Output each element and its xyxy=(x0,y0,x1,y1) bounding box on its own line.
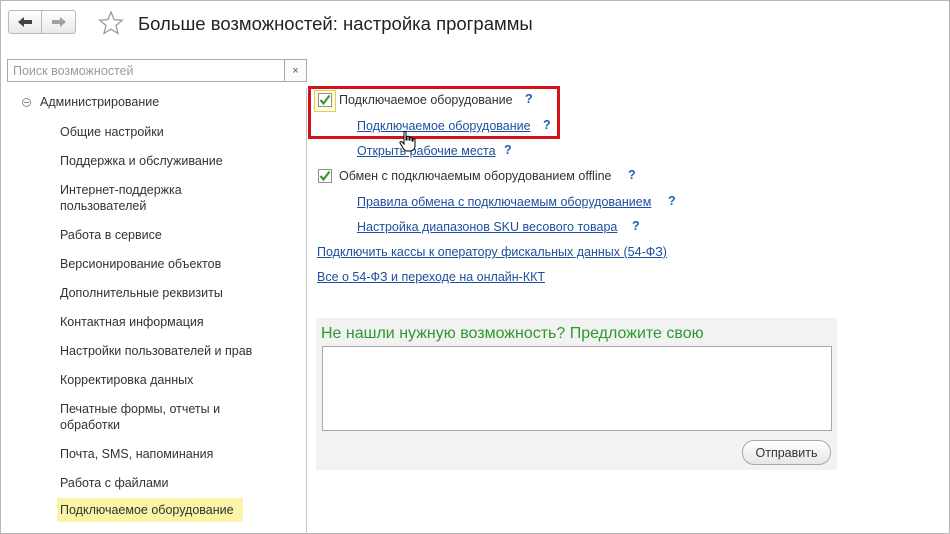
sidebar-item-user-settings[interactable]: Настройки пользователей и прав xyxy=(57,341,297,361)
exchange-rules-link[interactable]: Правила обмена с подключаемым оборудован… xyxy=(357,195,651,209)
back-button[interactable] xyxy=(8,10,42,34)
favorite-button[interactable] xyxy=(97,9,125,37)
sidebar-item-print-forms[interactable]: Печатные формы, отчеты и обработки xyxy=(57,399,232,435)
sidebar-item-versioning[interactable]: Версионирование объектов xyxy=(57,254,297,274)
sidebar: Администрирование Общие настройки Поддер… xyxy=(0,88,306,534)
sidebar-item-internet-support[interactable]: Интернет-поддержка пользователей xyxy=(57,180,217,216)
workplaces-link[interactable]: Открыть рабочие места xyxy=(357,144,496,158)
search-clear-button[interactable]: × xyxy=(285,59,307,82)
offline-exchange-label[interactable]: Обмен с подключаемым оборудованием offli… xyxy=(339,169,612,183)
about-54fz-link[interactable]: Все о 54-ФЗ и переходе на онлайн-ККТ xyxy=(317,270,545,284)
sidebar-group-administration[interactable]: Администрирование xyxy=(22,95,159,109)
help-icon[interactable]: ? xyxy=(628,168,636,182)
arrow-right-icon xyxy=(51,17,66,27)
sidebar-item-data-correction[interactable]: Корректировка данных xyxy=(57,370,297,390)
sidebar-item-general-settings[interactable]: Общие настройки xyxy=(57,122,297,142)
sidebar-item-additional-attributes[interactable]: Дополнительные реквизиты xyxy=(57,283,297,303)
offline-exchange-checkbox[interactable] xyxy=(318,169,332,183)
collapse-icon[interactable] xyxy=(22,97,31,107)
sidebar-item-contact-info[interactable]: Контактная информация xyxy=(57,312,297,332)
sidebar-group-label: Администрирование xyxy=(40,95,160,109)
search-field[interactable] xyxy=(7,59,285,82)
help-icon[interactable]: ? xyxy=(668,194,676,208)
sku-ranges-link[interactable]: Настройка диапазонов SKU весового товара xyxy=(357,220,617,234)
sidebar-item-service[interactable]: Работа в сервисе xyxy=(57,225,297,245)
sidebar-item-files[interactable]: Работа с файлами xyxy=(57,473,297,493)
suggest-panel: Не нашли нужную возможность? Предложите … xyxy=(316,318,837,470)
page-title: Больше возможностей: настройка программы xyxy=(138,13,533,34)
highlight-frame xyxy=(308,86,560,139)
forward-button[interactable] xyxy=(42,10,76,34)
sidebar-item-mail-sms[interactable]: Почта, SMS, напоминания xyxy=(57,444,297,464)
fiscal-operator-link[interactable]: Подключить кассы к оператору фискальных … xyxy=(317,245,667,259)
help-icon[interactable]: ? xyxy=(632,219,640,233)
sidebar-item-support[interactable]: Поддержка и обслуживание xyxy=(57,151,297,171)
help-icon[interactable]: ? xyxy=(504,143,512,157)
checkmark-icon xyxy=(319,170,331,182)
star-icon xyxy=(98,10,124,35)
arrow-left-icon xyxy=(18,17,32,27)
suggest-textarea[interactable] xyxy=(322,346,832,431)
suggest-title: Не нашли нужную возможность? Предложите … xyxy=(321,325,704,342)
sidebar-item-connected-equipment[interactable]: Подключаемое оборудование xyxy=(57,498,243,522)
sidebar-divider xyxy=(306,88,307,534)
send-button[interactable]: Отправить xyxy=(742,440,831,465)
close-icon: × xyxy=(292,64,299,77)
search-input[interactable] xyxy=(8,60,263,81)
hand-cursor-icon xyxy=(399,130,416,152)
